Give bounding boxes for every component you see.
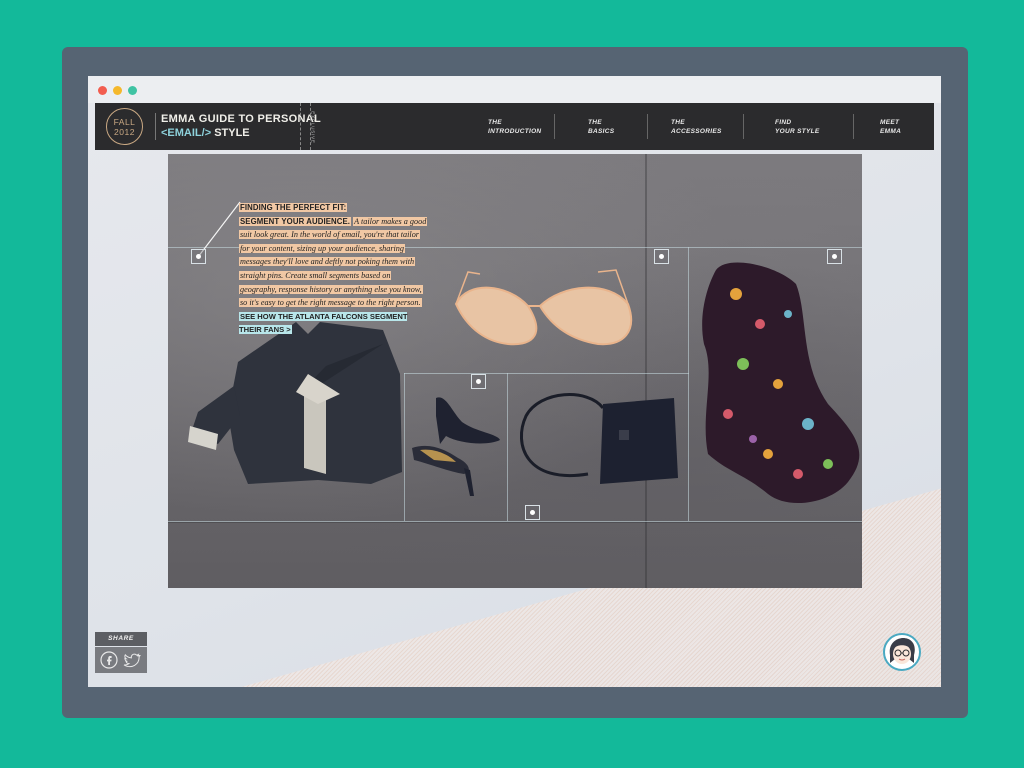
minimize-window-button[interactable] [113, 86, 122, 95]
browser-window: FALL 2012 EMMA GUIDE TO PERSONAL <EMAIL/… [88, 76, 941, 687]
floral-dress-shape [702, 262, 860, 504]
article-subheading: SEGMENT YOUR AUDIENCE. [239, 216, 352, 226]
handbag-shape [519, 393, 678, 484]
nav-find-your-style-line1: FIND [775, 119, 792, 126]
nav-divider [853, 114, 854, 139]
nav-meet-emma[interactable]: MEET EMMA [880, 118, 901, 136]
page-content: FALL 2012 EMMA GUIDE TO PERSONAL <EMAIL/… [88, 103, 941, 687]
hotspot-shoes[interactable] [471, 374, 486, 389]
hotspot-blazer[interactable] [191, 249, 206, 264]
flat-lay-photo: FINDING THE PERFECT FIT: SEGMENT YOUR AU… [168, 154, 862, 588]
hotspot-handbag[interactable] [525, 505, 540, 520]
twitter-icon[interactable] [123, 651, 141, 669]
facebook-icon[interactable] [100, 651, 118, 669]
style-word: STYLE [214, 127, 250, 139]
article-heading: FINDING THE PERFECT FIT: [239, 203, 348, 212]
blazer-shape [188, 322, 402, 484]
brand-subtitle[interactable]: <EMAIL/> STYLE [161, 127, 250, 139]
brand-divider [155, 113, 156, 140]
exclusive-ribbon: EXCLUSIVE [300, 103, 316, 150]
nav-accessories-line1: THE [671, 119, 685, 126]
top-navbar: FALL 2012 EMMA GUIDE TO PERSONAL <EMAIL/… [95, 103, 934, 150]
article-body: A tailor makes a good suit look great. I… [239, 216, 428, 308]
nav-meet-emma-line1: MEET [880, 119, 900, 126]
season-badge: FALL 2012 [106, 108, 143, 145]
brand-title[interactable]: EMMA GUIDE TO PERSONAL [161, 113, 321, 125]
nav-basics[interactable]: THE BASICS [588, 118, 614, 136]
window-titlebar [88, 76, 941, 103]
nav-accessories-line2: ACCESSORIES [671, 128, 722, 135]
nav-divider [647, 114, 648, 139]
share-box [95, 647, 147, 673]
close-window-button[interactable] [98, 86, 107, 95]
article-link[interactable]: SEE HOW THE ATLANTA FALCONS SEGMENT THEI… [239, 311, 408, 335]
nav-meet-emma-line2: EMMA [880, 128, 902, 135]
share-label: SHARE [95, 632, 147, 646]
badge-year: 2012 [114, 127, 135, 137]
article-callout: FINDING THE PERFECT FIT: SEGMENT YOUR AU… [239, 201, 429, 337]
nav-find-your-style-line2: YOUR STYLE [775, 128, 820, 135]
exclusive-label: EXCLUSIVE [310, 111, 316, 144]
shoes-shape [412, 397, 500, 496]
nav-accessories[interactable]: THE ACCESSORIES [671, 118, 722, 136]
nav-introduction[interactable]: THE INTRODUCTION [488, 118, 541, 136]
nav-introduction-line2: INTRODUCTION [488, 128, 542, 135]
emma-avatar[interactable] [883, 633, 921, 671]
maximize-window-button[interactable] [128, 86, 137, 95]
badge-season: FALL [113, 117, 136, 127]
bra-shape [454, 269, 633, 346]
nav-basics-line2: BASICS [588, 128, 615, 135]
nav-introduction-line1: THE [488, 119, 502, 126]
hotspot-bra[interactable] [654, 249, 669, 264]
hotspot-dress[interactable] [827, 249, 842, 264]
nav-find-your-style[interactable]: FIND YOUR STYLE [775, 118, 820, 136]
email-tag: <EMAIL/> [161, 127, 212, 139]
emma-face-icon [889, 638, 915, 664]
nav-basics-line1: THE [588, 119, 602, 126]
nav-divider [743, 114, 744, 139]
nav-divider [554, 114, 555, 139]
